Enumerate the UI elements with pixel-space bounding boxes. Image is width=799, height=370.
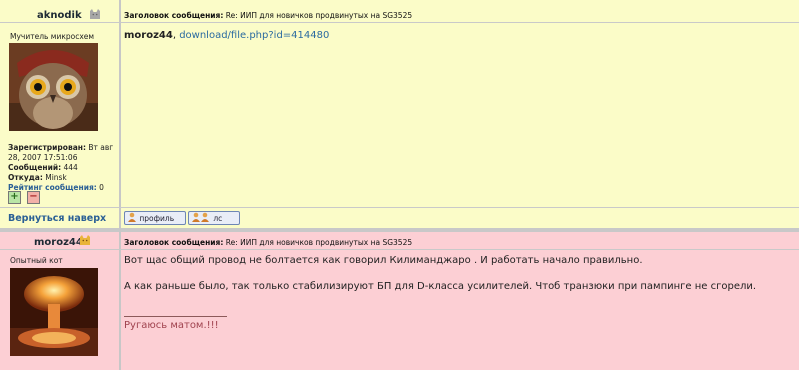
reply-separator: , [172, 30, 177, 41]
rating-label[interactable]: Рейтинг сообщения: [8, 183, 97, 192]
registered-value-cont: 28, 2007 17:51:06 [8, 153, 78, 162]
private-message-button[interactable]: лс [188, 211, 240, 225]
post-line-2: А как раньше было, так только стабилизир… [124, 281, 757, 292]
gold-cat-icon [80, 235, 90, 245]
user-rank: Опытный кот [10, 256, 63, 265]
post-line-1: Вот щас общий провод не болтается как го… [124, 255, 643, 266]
messages-label: Сообщений: [8, 163, 62, 172]
signature-divider [124, 316, 227, 317]
from-label: Откуда: [8, 173, 43, 182]
user-info: Зарегистрирован: Вт авг 28, 2007 17:51:0… [8, 143, 113, 193]
post-subject: Заголовок сообщения: Re: ИИП для новичко… [124, 238, 412, 247]
column-divider [119, 0, 121, 228]
post-aknodik: aknodik Мучитель микросхем Зарегистриров… [0, 0, 799, 228]
gray-cat-icon [90, 9, 100, 19]
registered-label: Зарегистрирован: [8, 143, 86, 152]
messages-value: 444 [63, 163, 78, 172]
author-name[interactable]: aknodik [37, 10, 82, 21]
subject-label: Заголовок сообщения: [124, 11, 224, 20]
header-divider [0, 22, 799, 23]
header-divider [0, 249, 799, 250]
user-rank: Мучитель микросхем [10, 32, 95, 41]
rate-plus-button[interactable]: + [8, 191, 21, 204]
reply-to-name: moroz44 [124, 30, 173, 41]
nuclear-explosion-avatar [10, 268, 98, 356]
post-moroz44: moroz44 Опытный кот Заголовок сообщения: [0, 228, 799, 370]
profile-button[interactable]: профиль [124, 211, 186, 225]
profile-icon [128, 212, 136, 222]
post-subject: Заголовок сообщения: Re: ИИП для новичко… [124, 11, 412, 20]
back-to-top-link[interactable]: Вернуться наверх [8, 213, 106, 224]
forum-thread: aknodik Мучитель микросхем Зарегистриров… [0, 0, 799, 370]
users-icon [192, 212, 209, 222]
subject-text: Re: ИИП для новичков продвинутых на SG35… [225, 238, 413, 247]
subject-text: Re: ИИП для новичков продвинутых на SG35… [225, 11, 413, 20]
post-body: moroz44, download/file.php?id=414480 [124, 30, 329, 41]
registered-value: Вт авг [88, 143, 114, 152]
subject-label: Заголовок сообщения: [124, 238, 224, 247]
rate-minus-button[interactable]: − [27, 191, 40, 204]
footer-divider [0, 207, 799, 208]
author-name[interactable]: moroz44 [34, 237, 83, 248]
attachment-link[interactable]: download/file.php?id=414480 [179, 30, 329, 41]
owl-avatar [9, 43, 98, 131]
signature: Ругаюсь матом.!!! [124, 320, 219, 331]
from-value: Minsk [45, 173, 67, 182]
profile-label: профиль [139, 214, 175, 223]
rating-value: 0 [99, 183, 104, 192]
pm-label: лс [213, 214, 223, 223]
